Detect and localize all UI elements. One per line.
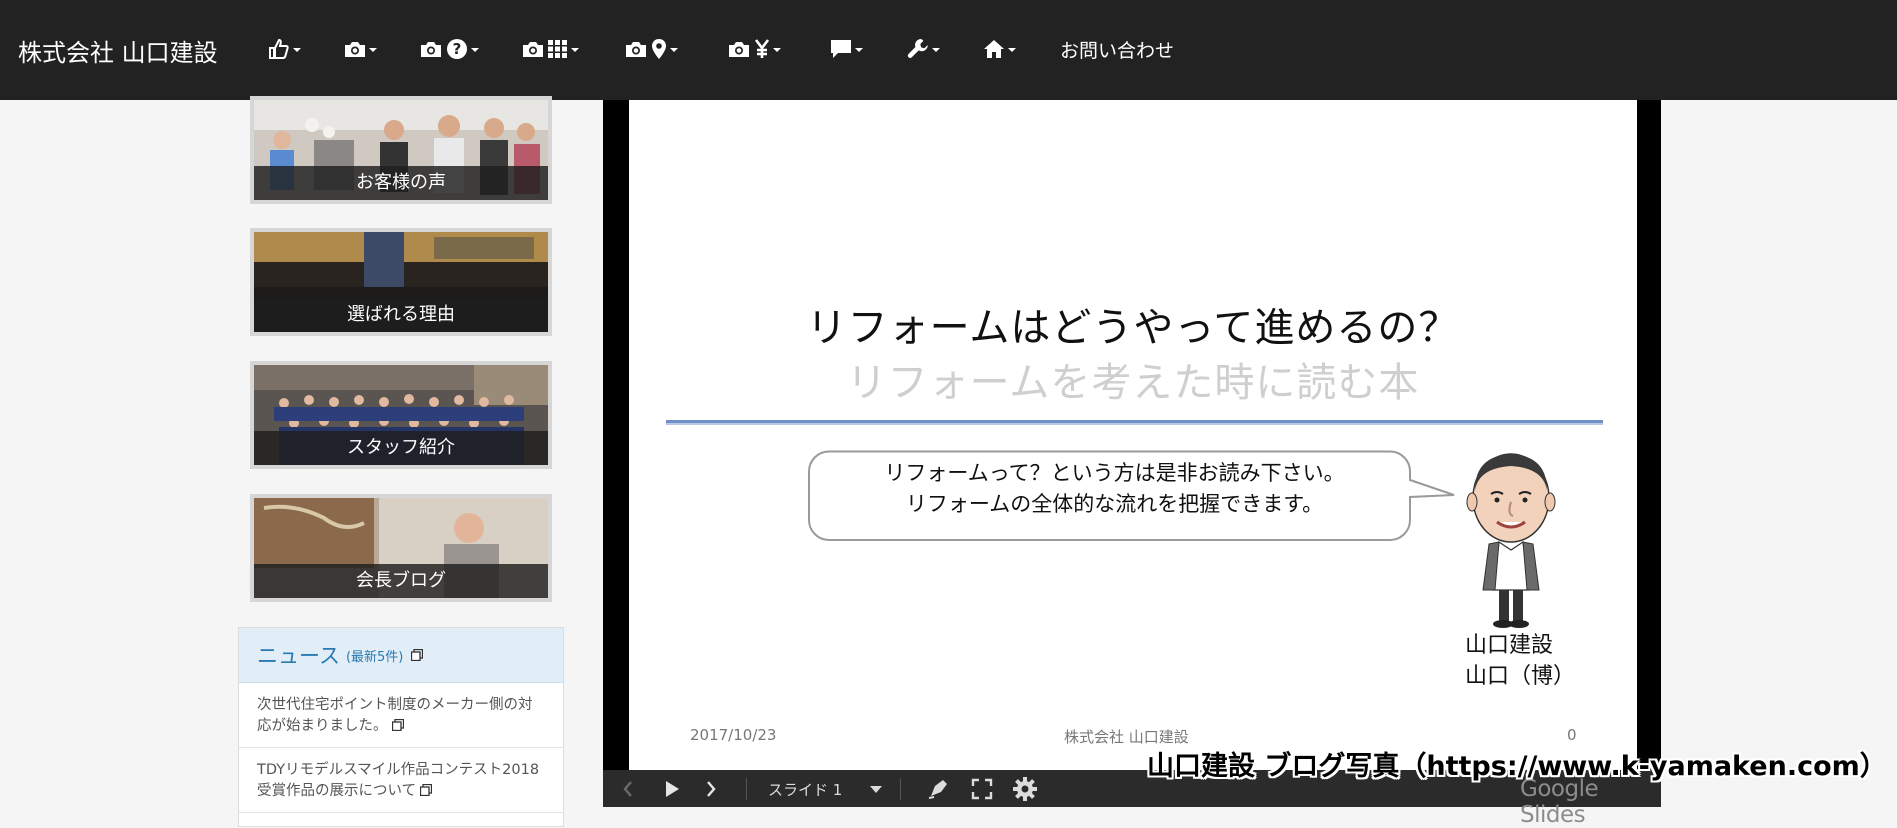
thumbs-up-icon [269, 39, 289, 59]
fullscreen-icon[interactable] [971, 778, 993, 800]
banner-customer-voices[interactable]: お客様の声 [250, 96, 552, 204]
presenter-name: 山口建設 山口（博） [1465, 630, 1575, 692]
nav-menu-home[interactable] [983, 36, 1016, 62]
speech-bubble-text: リフォームって？という方は是非お読み下さい。 リフォームの全体的な流れを把握でき… [807, 458, 1422, 520]
slide-footer-date: 2017/10/23 [690, 726, 777, 744]
chevron-down-icon [773, 48, 781, 52]
svg-text:?: ? [453, 40, 462, 58]
news-title: ニュース [257, 644, 340, 668]
camera-icon [345, 42, 365, 57]
banner-chairman-blog[interactable]: 会長ブログ [250, 494, 552, 602]
nav-menu-photo-area[interactable] [625, 36, 678, 62]
wrench-icon [907, 39, 928, 58]
google-slides-brand[interactable]: Google Slides [1520, 776, 1661, 828]
gear-icon[interactable] [1012, 776, 1038, 802]
news-panel: ニュース (最新5件) 次世代住宅ポイント制度のメーカー側の対応が始まりました。… [238, 627, 564, 827]
yen-icon [754, 39, 770, 58]
chevron-down-icon [369, 48, 377, 52]
photo-watermark: 山口建設 ブログ写真（https://www.k-yamaken.com） [1147, 751, 1887, 782]
slide-title: リフォームはどうやって進めるの？ [806, 305, 1460, 351]
play-icon[interactable] [663, 778, 681, 800]
chevron-down-icon [932, 48, 940, 52]
nav-contact-link[interactable]: お問い合わせ [1060, 36, 1174, 62]
nav-menu-photos[interactable] [344, 36, 377, 62]
presenter-person: 山口（博） [1465, 664, 1576, 689]
question-icon: ? [447, 39, 467, 59]
bubble-line-2: リフォームの全体的な流れを把握できます。 [905, 492, 1324, 516]
slide-divider [666, 420, 1603, 423]
banner-label: お客様の声 [254, 166, 548, 200]
slide-canvas: リフォームはどうやって進めるの？ リフォームを考えた時に読む本 リフォームって？… [629, 100, 1637, 770]
banner-label: 会長ブログ [254, 564, 548, 598]
nav-menu-photo-gallery[interactable] [522, 36, 579, 62]
nav-menu-photo-faq[interactable]: ? [420, 36, 479, 62]
external-link-icon [420, 784, 433, 796]
news-list-item[interactable]: TDYリモデルスマイル作品コンテスト2018受賞作品の展示について [239, 748, 563, 813]
chevron-down-icon [1008, 48, 1016, 52]
camera-icon [421, 42, 441, 57]
nav-menu-photo-price[interactable] [728, 36, 781, 62]
chevron-down-icon [855, 48, 863, 52]
news-item-text: TDYリモデルスマイル作品コンテスト2018受賞作品の展示について [257, 762, 540, 799]
banner-label: スタッフ紹介 [254, 431, 548, 465]
chevron-down-icon [670, 48, 678, 52]
nav-menu-comments[interactable] [830, 36, 863, 62]
nav-contact-label: お問い合わせ [1060, 39, 1175, 62]
chevron-down-icon [293, 48, 301, 52]
news-subtitle: (最新5件) [345, 649, 404, 665]
news-list-item[interactable]: 次世代住宅ポイント制度のメーカー側の対応が始まりました。 [239, 683, 563, 748]
camera-icon [729, 42, 749, 57]
pen-icon[interactable] [927, 778, 949, 800]
external-link-icon [391, 719, 404, 731]
camera-icon [626, 42, 646, 57]
control-separator [900, 778, 901, 800]
home-icon [984, 40, 1004, 58]
banner-staff[interactable]: スタッフ紹介 [250, 361, 552, 469]
slides-embed[interactable]: リフォームはどうやって進めるの？ リフォームを考えた時に読む本 リフォームって？… [603, 100, 1661, 828]
map-marker-icon [652, 39, 666, 59]
news-header[interactable]: ニュース (最新5件) [239, 628, 563, 683]
bubble-line-1: リフォームって？という方は是非お読み下さい。 [884, 461, 1345, 485]
banner-label: 選ばれる理由 [254, 298, 548, 332]
comment-icon [831, 40, 851, 58]
next-slide-icon[interactable] [704, 778, 718, 800]
chevron-down-icon[interactable] [869, 785, 883, 795]
banner-reasons[interactable]: 選ばれる理由 [250, 228, 552, 336]
mascot-caricature [1466, 453, 1556, 628]
presenter-company: 山口建設 [1465, 633, 1554, 658]
slide-footer-page: 0 [1567, 726, 1577, 744]
camera-icon [523, 42, 543, 57]
slide-subtitle: リフォームを考えた時に読む本 [846, 360, 1420, 406]
brand-title[interactable]: 株式会社 山口建設 [18, 33, 218, 68]
nav-menu-services[interactable] [907, 36, 940, 62]
slide-selector-label[interactable]: スライド 1 [768, 779, 842, 800]
control-separator [746, 778, 747, 800]
grid-icon [548, 40, 567, 58]
previous-slide-icon[interactable] [621, 778, 635, 800]
nav-menu-reviews[interactable] [268, 36, 301, 62]
chevron-down-icon [571, 48, 579, 52]
chevron-down-icon [471, 48, 479, 52]
top-navbar: 株式会社 山口建設 ? お問い合わせ [0, 0, 1897, 100]
external-link-icon [411, 649, 424, 661]
